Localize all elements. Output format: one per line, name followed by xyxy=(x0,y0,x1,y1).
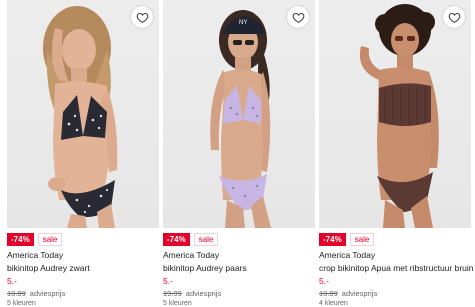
heart-outline-icon xyxy=(136,12,148,23)
model-photo: NY xyxy=(210,10,271,228)
badges: -74% sale xyxy=(163,233,219,246)
discount-badge: -74% xyxy=(319,233,346,246)
product-price: 5.- xyxy=(163,276,173,286)
heart-outline-icon xyxy=(292,12,304,23)
advice-price: 19.99 adviesprijs xyxy=(163,289,221,298)
product-image[interactable] xyxy=(319,0,471,228)
advice-price: 19.99 adviesprijs xyxy=(319,289,377,298)
sale-badge: sale xyxy=(349,233,375,246)
product-image[interactable]: NY xyxy=(163,0,315,228)
favorite-button[interactable] xyxy=(443,6,465,28)
product-brand: America Today xyxy=(319,250,376,260)
product-name[interactable]: bikinitop Audrey zwart xyxy=(7,263,90,273)
old-price: 19.99 xyxy=(319,289,338,298)
discount-badge: -74% xyxy=(163,233,190,246)
product-brand: America Today xyxy=(163,250,220,260)
advice-label: adviesprijs xyxy=(185,289,222,298)
product-grid: -74% sale America Today bikinitop Audrey… xyxy=(0,0,475,307)
old-price: 19.99 xyxy=(163,289,182,298)
product-image[interactable] xyxy=(7,0,159,228)
product-brand: America Today xyxy=(7,250,64,260)
advice-label: adviesprijs xyxy=(341,289,378,298)
sale-badge: sale xyxy=(193,233,219,246)
badges: -74% sale xyxy=(319,233,375,246)
product-card[interactable]: -74% sale America Today bikinitop Audrey… xyxy=(7,0,159,307)
model-photo xyxy=(43,6,118,228)
favorite-button[interactable] xyxy=(287,6,309,28)
advice-label: adviesprijs xyxy=(29,289,66,298)
old-price: 19.99 xyxy=(7,289,26,298)
product-card[interactable]: -74% sale America Today crop bikinitop A… xyxy=(319,0,474,307)
model-photo xyxy=(359,4,439,228)
sale-badge: sale xyxy=(37,233,63,246)
discount-badge: -74% xyxy=(7,233,34,246)
heart-outline-icon xyxy=(448,12,460,23)
badges: -74% sale xyxy=(7,233,63,246)
product-price: 5.- xyxy=(7,276,17,286)
product-name[interactable]: bikinitop Audrey paars xyxy=(163,263,247,273)
favorite-button[interactable] xyxy=(131,6,153,28)
product-price: 5.- xyxy=(319,276,329,286)
svg-text:NY: NY xyxy=(239,20,247,26)
advice-price: 19.99 adviesprijs xyxy=(7,289,65,298)
product-name[interactable]: crop bikinitop Apua met ribstructuur bru… xyxy=(319,263,474,273)
product-card[interactable]: NY -74% sale America Today bikinitop Aud… xyxy=(163,0,315,307)
